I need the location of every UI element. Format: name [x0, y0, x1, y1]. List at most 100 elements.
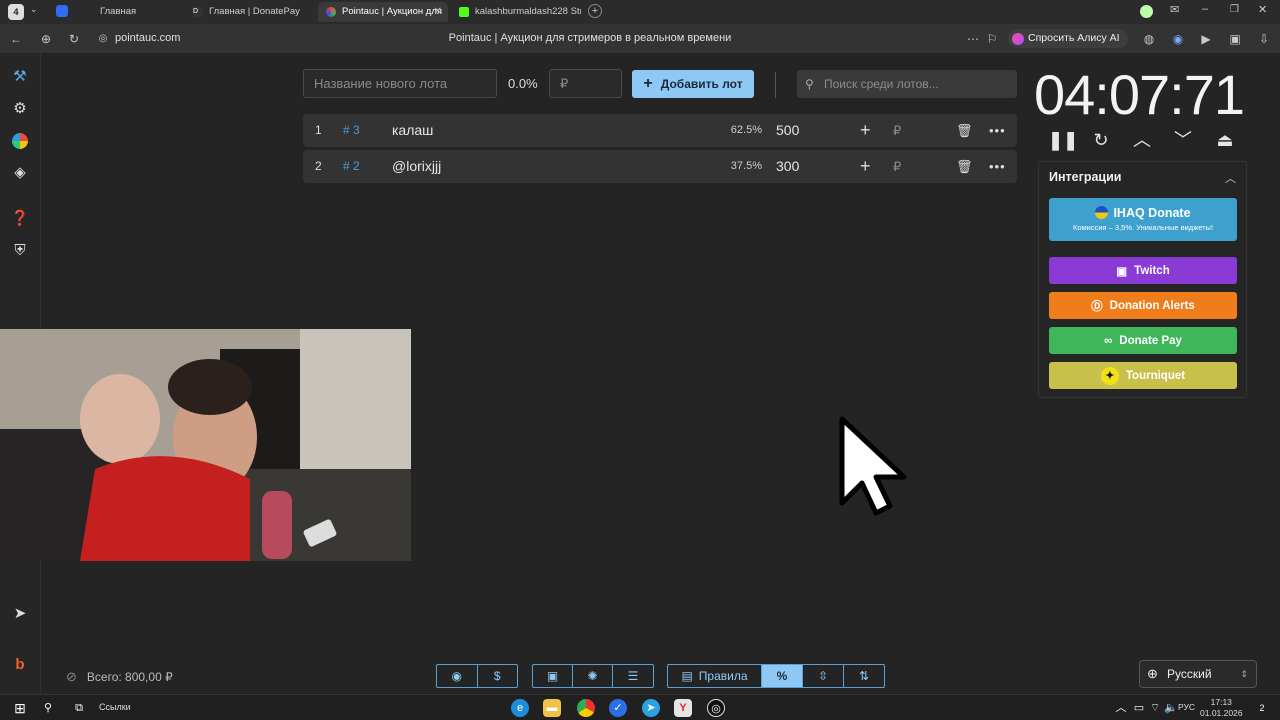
layers-icon[interactable]: ◈ — [10, 163, 30, 183]
site-info-icon[interactable]: ◎ — [95, 31, 111, 47]
notification-center-icon[interactable]: 2 — [1253, 699, 1271, 717]
bookmark-icon[interactable]: ⚐ — [984, 31, 1000, 47]
ihaq-donate-button[interactable]: IHAQ Donate Комиссия – 3,5%. Уникальные … — [1049, 198, 1237, 241]
tab-label: kalashburmaldash228 Stre — [475, 6, 581, 17]
lot-amount[interactable]: 500 — [776, 114, 799, 147]
tab-kick[interactable]: kalashburmaldash228 Stre — [451, 2, 581, 22]
tourniquet-button[interactable]: ✦ Tourniquet — [1049, 362, 1237, 389]
lot-id: # 2 — [343, 159, 360, 173]
donate-pay-button[interactable]: ∞ Donate Pay — [1049, 327, 1237, 354]
download-icon[interactable]: ⇩ — [1256, 31, 1272, 47]
page-title: Pointauc | Аукцион для стримеров в реаль… — [448, 32, 732, 44]
new-tab-button[interactable]: + — [588, 4, 602, 18]
donate-button[interactable]: $ — [478, 665, 518, 687]
telegram-icon[interactable]: ➤ — [642, 699, 660, 717]
collections-icon[interactable]: ▣ — [1227, 31, 1243, 47]
lot-amount[interactable]: 300 — [776, 150, 799, 183]
more-icon[interactable]: ••• — [989, 150, 1006, 183]
tab-count-badge[interactable]: 4 — [8, 4, 24, 20]
notifications-icon[interactable]: ✉ — [1170, 3, 1179, 16]
bug-report-button[interactable]: ✺ — [573, 665, 613, 687]
clear-lots-button[interactable]: ☰ — [613, 665, 653, 687]
add-amount-icon[interactable]: + — [860, 114, 871, 147]
chevron-up-icon[interactable]: ︿ — [1130, 129, 1154, 151]
tray-chevron-icon[interactable]: ︿ — [1112, 699, 1130, 717]
lot-search-input[interactable]: ⚲ Поиск среди лотов... — [797, 70, 1017, 98]
alice-ai-button[interactable]: Спросить Алису AI — [1008, 29, 1128, 48]
more-icon[interactable]: ••• — [989, 114, 1006, 147]
donation-alerts-button[interactable]: Ⓓ Donation Alerts — [1049, 292, 1237, 319]
trash-icon[interactable]: 🗑 — [956, 150, 973, 183]
language-value: Русский — [1167, 667, 1212, 681]
ihaq-subtitle: Комиссия – 3,5%. Уникальные виджеты! — [1072, 223, 1214, 232]
yandex-browser-icon[interactable]: Y — [674, 699, 692, 717]
restart-icon[interactable]: ↻ — [1089, 129, 1113, 151]
file-explorer-icon[interactable]: ▬ — [543, 699, 561, 717]
integrations-panel: Интеграции ︿ IHAQ Donate Комиссия – 3,5%… — [1038, 161, 1247, 398]
wheel-icon[interactable] — [10, 131, 30, 151]
ruble-icon[interactable]: ₽ — [893, 114, 901, 147]
shield-icon[interactable]: ⛨ — [10, 241, 30, 261]
double-up-icon[interactable]: ⏏ — [1213, 129, 1237, 151]
media-icon[interactable]: ▶ — [1198, 31, 1214, 47]
translate-icon[interactable]: ◍ — [1141, 31, 1157, 47]
reload-icon[interactable]: ↻ — [66, 31, 82, 47]
pointauc-icon — [326, 7, 336, 17]
hide-eye-icon[interactable]: ⊘ — [66, 669, 77, 685]
chrome-icon[interactable] — [577, 699, 595, 717]
github-button[interactable]: ◉ — [437, 665, 478, 687]
add-amount-icon[interactable]: + — [860, 150, 871, 183]
twitch-button[interactable]: ▣ Twitch — [1049, 257, 1237, 284]
new-lot-amount-input[interactable]: ₽ — [549, 69, 622, 98]
task-view-icon[interactable]: ⧉ — [70, 699, 88, 717]
system-clock[interactable]: 17:13 01.01.2026 — [1200, 697, 1243, 719]
lot-row[interactable]: 2 # 2 @lorixjjj 37.5% 300 + ₽ 🗑 ••• — [303, 150, 1017, 183]
compact-toggle[interactable]: ⇳ — [803, 665, 844, 687]
trash-icon[interactable]: 🗑 — [956, 114, 973, 147]
ruble-icon[interactable]: ₽ — [893, 150, 901, 183]
input-language[interactable]: РУС — [1178, 702, 1195, 712]
new-lot-name-input[interactable]: Название нового лота — [303, 69, 497, 98]
chevron-down-icon[interactable]: ﹀ — [1171, 129, 1195, 151]
yandex-icon[interactable]: ⊕ — [38, 31, 54, 47]
pause-icon[interactable]: ❚❚ — [1048, 129, 1078, 151]
add-lot-button[interactable]: + Добавить лот — [632, 70, 754, 98]
telegram-icon[interactable]: ➤ — [10, 604, 30, 624]
obs-icon[interactable]: ◎ — [707, 699, 725, 717]
tab-donatepay[interactable]: D Главная | DonatePay — [185, 2, 315, 22]
lot-name[interactable]: калаш — [392, 114, 433, 147]
extension-icon[interactable]: ◉ — [1170, 31, 1186, 47]
links-toolbar-label[interactable]: Ссылки — [99, 702, 131, 712]
check-app-icon[interactable]: ✓ — [609, 699, 627, 717]
back-icon[interactable]: ← — [8, 31, 24, 47]
rules-button[interactable]: ▤ Правила — [668, 665, 762, 687]
window-close-button[interactable]: ✕ — [1258, 3, 1267, 16]
percent-toggle[interactable]: % — [762, 665, 803, 687]
url-text[interactable]: pointauc.com — [115, 32, 180, 44]
language-select[interactable]: ⊕ Русский ⇕ — [1139, 660, 1257, 688]
minimize-button[interactable]: – — [1202, 3, 1208, 15]
pinned-tab[interactable] — [56, 5, 68, 17]
boosty-icon[interactable]: b — [10, 655, 30, 675]
edge-icon[interactable]: e — [511, 699, 529, 717]
save-button[interactable]: ▣ — [533, 665, 573, 687]
tab-pointauc[interactable]: Pointauc | Аукцион для ✕ — [318, 2, 448, 22]
help-icon[interactable]: ❓ — [10, 209, 30, 229]
maximize-button[interactable]: ❐ — [1230, 4, 1239, 15]
tab-home[interactable]: Главная — [92, 2, 180, 22]
settings-gear-icon[interactable]: ⚙ — [10, 99, 30, 119]
auction-hammer-icon[interactable]: ⚒ — [10, 67, 30, 87]
lot-name[interactable]: @lorixjjj — [392, 150, 441, 183]
dollar-icon: $ — [493, 669, 501, 683]
sort-button[interactable]: ⇅ — [844, 665, 884, 687]
percent-icon: % — [776, 669, 788, 683]
search-icon[interactable]: ⚲ — [39, 699, 57, 717]
windows-start-icon[interactable]: ⊞ — [11, 699, 29, 717]
chevron-up-icon[interactable]: ︿ — [1225, 170, 1236, 186]
lot-row[interactable]: 1 # 3 калаш 62.5% 500 + ₽ 🗑 ••• — [303, 114, 1017, 147]
lot-index: 2 — [315, 159, 322, 173]
close-icon[interactable]: ✕ — [434, 2, 442, 22]
chevron-down-icon[interactable]: ⌄ — [30, 4, 38, 15]
more-icon[interactable]: ⋯ — [965, 31, 981, 47]
profile-avatar[interactable] — [1140, 5, 1153, 18]
